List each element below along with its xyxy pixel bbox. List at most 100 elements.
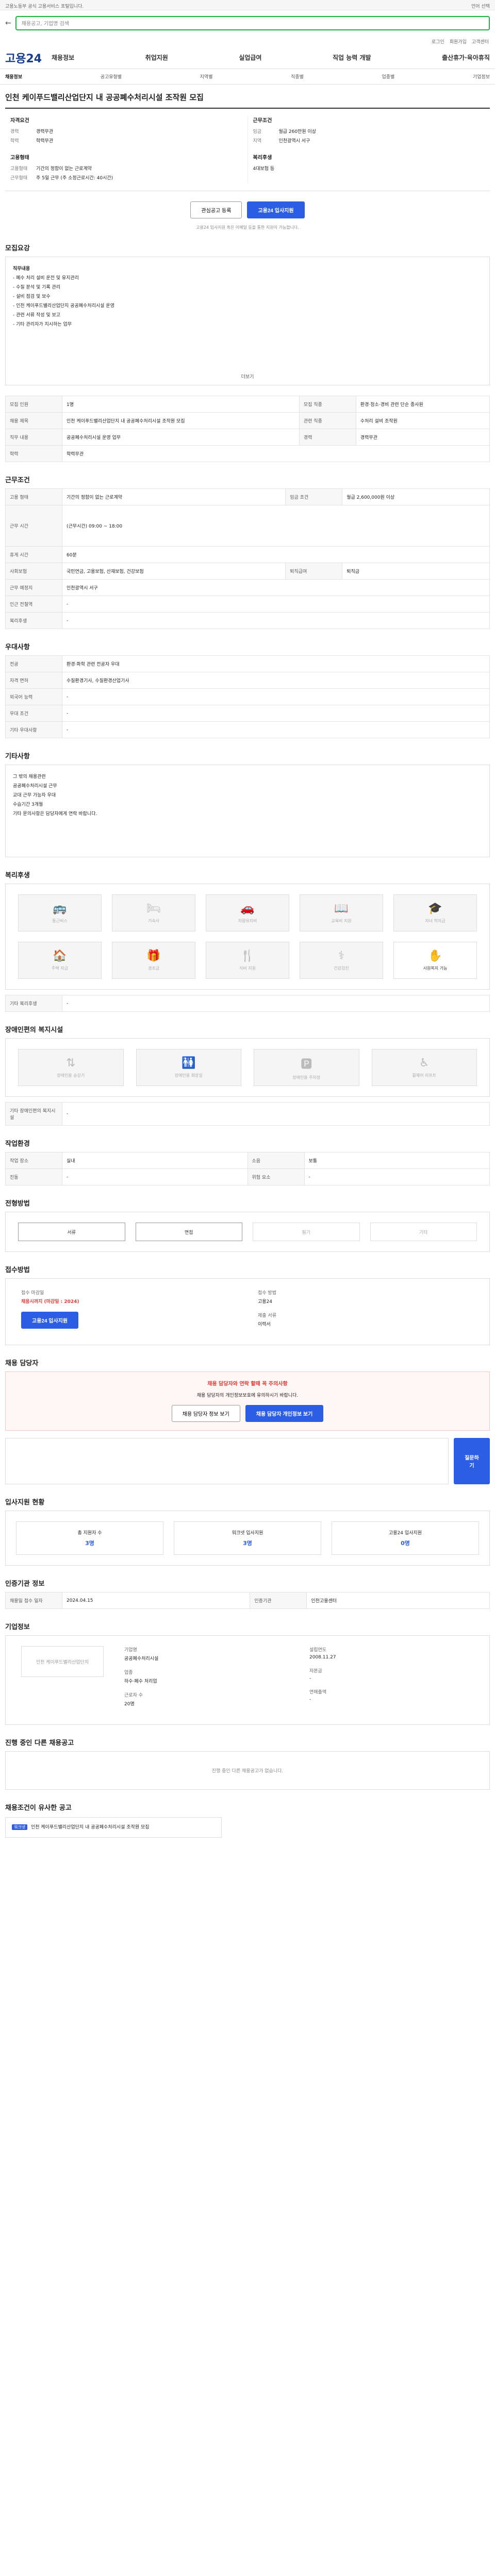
subnav-item[interactable]: 공고유형별 [101, 73, 122, 80]
table-row: 기타 장애인편의 복지시설 - [5, 1102, 490, 1126]
benefit-label: 건강검진 [334, 966, 349, 971]
subnav-home[interactable]: 채용정보 [5, 73, 22, 80]
language-select[interactable]: 언어 선택 [471, 3, 490, 9]
stats-box: 총 지원자 수 3명 워크넷 입사지원 3명 고용24 입사지원 0명 [5, 1511, 490, 1566]
etc-line: 교대 근무 가능자 우대 [13, 793, 56, 798]
login-link[interactable]: 로그인 [432, 38, 444, 45]
etc-box: 그 밖의 채용관련 공공폐수처리시설 근무 교대 근무 가능자 우대 수습기간 … [5, 765, 490, 857]
benefit-label: 식비 지원 [239, 966, 256, 971]
receive-col: 접수 방법 고용24 제출 서류 이력서 [258, 1289, 474, 1334]
job-description: 직무내용 - 폐수 처리 설비 운전 및 유지관리 - 수질 분석 및 기록 관… [5, 257, 490, 385]
table-value: - [62, 688, 490, 705]
disabled-item: ⇅ 장애인용 승강기 [18, 1049, 124, 1086]
stat-item: 고용24 입사지원 0명 [332, 1521, 479, 1555]
etc-line: 기타 문의사항은 담당자에게 연락 바랍니다. [13, 811, 97, 817]
table-row: 채용 제목 인천 케이푸드밸리산업단지 내 공공폐수처리시설 조작원 모집 관련 직… [5, 412, 490, 429]
disabled-grid: ⇅ 장애인용 승강기 🚻 장애인용 화장실 🅿 장애인용 주차장 ♿ 휠체어 리프트 [5, 1038, 490, 1097]
company-key: 기업명 [124, 1648, 137, 1653]
company-value: 공공폐수처리시설 [124, 1656, 159, 1662]
table-row: 근무 예정지 인천광역시 서구 [5, 579, 490, 596]
receive-col: 접수 마감일 채용시까지 (마감일 : 2024) 고용24 입사지원 [21, 1289, 237, 1334]
section-title: 기타사항 [5, 753, 30, 760]
benefit-label: 통근버스 [52, 919, 68, 923]
table-key: 휴게 시간 [5, 546, 62, 563]
utility-nav: 로그인 회원가입 고객센터 [0, 36, 495, 46]
company-box: 인천 케이푸드밸리산업단지 기업명 공공폐수처리시설 업종 하수·폐수 처리업 근로… [5, 1635, 490, 1725]
meal-icon: 🍴 [240, 950, 255, 962]
method-item: 기타 [370, 1223, 477, 1241]
receive-deadline: 채용시까지 (마감일 : 2024) [21, 1299, 79, 1304]
menu-item[interactable]: 출산휴가·육아휴직 [442, 53, 490, 62]
recruit-table: 모집 인원 1명 모집 직종 환경·청소·경비 관련 단순 종사원 채용 제목 인천 케… [5, 396, 490, 462]
disabled-item: 🚻 장애인용 화장실 [136, 1049, 241, 1086]
more-button[interactable]: 더보기 [241, 372, 254, 382]
global-nav: 고용24 채용정보 취업지원 실업급여 직업 능력 개발 출산휴가·육아휴직 [0, 46, 495, 69]
company-logo: 인천 케이푸드밸리산업단지 [21, 1646, 104, 1677]
company-value: 20명 [124, 1702, 135, 1707]
table-key: 외국어 능력 [5, 688, 62, 705]
summary-value: 학력무관 [36, 139, 54, 144]
contact-private-button[interactable]: 채용 담당자 개인정보 보기 [245, 1405, 324, 1422]
help-link[interactable]: 고객센터 [472, 38, 489, 45]
company-key: 자본금 [309, 1669, 322, 1674]
table-value: 환경·청소·경비 관련 단순 종사원 [355, 396, 490, 413]
menu-item[interactable]: 채용정보 [52, 53, 74, 62]
search-input[interactable]: 채용공고, 기업명 검색 [15, 16, 490, 30]
section-title: 전형방법 [5, 1200, 30, 1208]
table-row: 복리후생 - [5, 612, 490, 629]
receive-value: 고용24 [258, 1299, 273, 1304]
apply-button[interactable]: 고용24 입사지원 [247, 201, 305, 218]
search-row: ← 채용공고, 기업명 검색 [0, 10, 495, 36]
subnav-item[interactable]: 지역별 [200, 73, 213, 80]
summary-heading: 복리후생 [253, 155, 272, 161]
top-bar: 고용노동부 공식 고용서비스 포털입니다. 언어 선택 [0, 0, 495, 10]
related-title: 인천 케이푸드밸리산업단지 내 공공폐수처리시설 조작원 모집 [30, 1825, 150, 1830]
section-title: 근무조건 [5, 477, 30, 484]
section-title: 채용 담당자 [5, 1360, 39, 1367]
scrap-button[interactable]: 관심공고 등록 [190, 201, 242, 218]
table-key: 임금 조건 [285, 488, 343, 505]
summary-value: 기간의 정함이 없는 근로계약 [36, 166, 92, 172]
ask-button[interactable]: 질문하기 [454, 1438, 490, 1484]
table-value: - [62, 995, 490, 1012]
subnav-item[interactable]: 직종별 [291, 73, 304, 80]
table-value: 실내 [62, 1152, 248, 1169]
disabled-etc-table: 기타 장애인편의 복지시설 - [5, 1102, 490, 1126]
benefit-label: 자녀 학자금 [425, 919, 446, 923]
receive-box: 접수 마감일 채용시까지 (마감일 : 2024) 고용24 입사지원 접수 방… [5, 1278, 490, 1345]
question-textarea[interactable] [5, 1438, 449, 1484]
summary-key: 고용형태 [10, 166, 28, 172]
back-icon[interactable]: ← [5, 19, 11, 27]
related-card[interactable]: 워크넷 인천 케이푸드밸리산업단지 내 공공폐수처리시설 조작원 모집 [5, 1817, 222, 1838]
summary-left: 자격요건 경력 경력무관 학력 학력무관 고용형태 고용형태 기간의 정함이 없는 근… [5, 116, 248, 183]
table-value: 공공폐수처리시설 운영 업무 [62, 429, 300, 446]
related-tag: 워크넷 [12, 1824, 28, 1830]
disabled-label: 장애인용 화장실 [174, 1073, 203, 1078]
preference-table: 전공 환경·화학 관련 전공자 우대 자격 면허 수질환경기사, 수질환경산업기사 … [5, 655, 490, 738]
summary-key: 학력 [10, 139, 19, 144]
table-key: 관련 직종 [299, 412, 356, 429]
section-title: 장애인편의 복지시설 [5, 1026, 63, 1034]
menu-item[interactable]: 취업지원 [145, 53, 168, 62]
receive-apply-button[interactable]: 고용24 입사지원 [21, 1312, 79, 1329]
desc-line: - 수질 분석 및 기록 관리 [13, 285, 61, 290]
summary-key: 지역 [253, 139, 262, 144]
stat-value: 3명 [85, 1540, 94, 1547]
subnav-item[interactable]: 업종별 [382, 73, 394, 80]
signup-link[interactable]: 회원가입 [450, 38, 467, 45]
benefit-item: 🎁 경조금 [112, 942, 195, 979]
table-key: 소음 [247, 1152, 305, 1169]
table-key: 기타 장애인편의 복지시설 [5, 1102, 62, 1126]
summary-heading: 자격요건 [10, 118, 29, 124]
warning-title: 채용 담당자와 연락 할때 꼭 주의사항 [207, 1381, 288, 1387]
summary-value: 경력무관 [36, 129, 54, 134]
logo[interactable]: 고용24 [5, 49, 52, 66]
summary-key: 근무형태 [10, 176, 28, 181]
subnav-item[interactable]: 기업정보 [473, 73, 490, 80]
company-value: - [309, 1697, 311, 1702]
menu-item[interactable]: 실업급여 [239, 53, 261, 62]
menu-item[interactable]: 직업 능력 개발 [333, 53, 371, 62]
summary-row: 지역 인천광역시 서구 [253, 137, 485, 144]
table-row: 학력 학력무관 [5, 445, 490, 462]
contact-info-button[interactable]: 채용 담당자 정보 보기 [171, 1405, 240, 1422]
